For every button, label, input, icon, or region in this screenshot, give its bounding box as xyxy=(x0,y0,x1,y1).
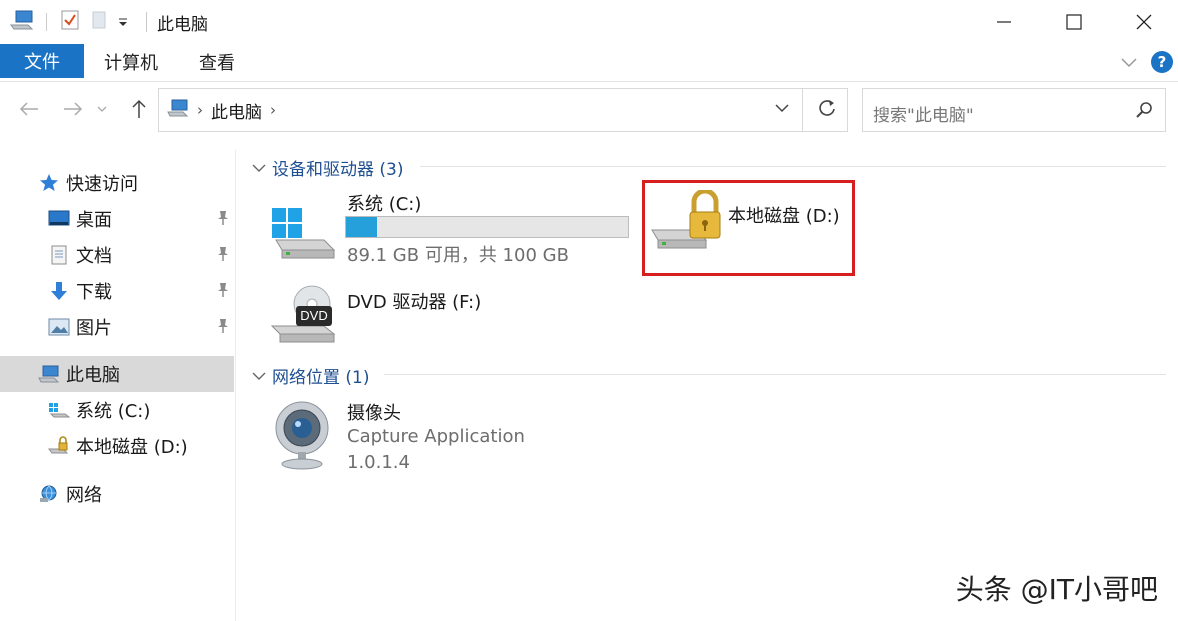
sidebar-item-desktop[interactable]: 桌面 xyxy=(0,201,234,237)
device-name: 摄像头 xyxy=(347,403,401,424)
breadcrumb-chevron-icon[interactable]: › xyxy=(197,101,203,119)
address-divider xyxy=(802,89,803,131)
expand-ribbon-chevron-icon[interactable] xyxy=(1120,54,1138,73)
chevron-down-icon xyxy=(252,164,266,172)
search-box[interactable]: 搜索"此电脑" xyxy=(862,88,1166,132)
ribbon-tabs: 文件 计算机 查看 ? xyxy=(0,44,1178,82)
sidebar-item-downloads[interactable]: 下载 xyxy=(0,273,234,309)
up-button[interactable] xyxy=(124,94,154,124)
forward-button[interactable] xyxy=(58,94,88,124)
breadcrumb-chevron-icon[interactable]: › xyxy=(270,101,276,119)
window-title: 此电脑 xyxy=(157,15,208,35)
sidebar-item-documents[interactable]: 文档 xyxy=(0,237,234,273)
devices-section-header[interactable]: 设备和驱动器 (3) xyxy=(252,155,403,180)
sidebar-item-label: 本地磁盘 (D:) xyxy=(76,437,188,458)
sidebar-item-label: 此电脑 xyxy=(66,365,120,386)
quick-access-toolbar xyxy=(10,10,129,34)
star-icon xyxy=(38,172,60,194)
properties-icon[interactable] xyxy=(61,10,79,34)
chevron-down-icon xyxy=(252,372,266,380)
maximize-icon xyxy=(1066,14,1082,30)
title-divider xyxy=(146,12,147,32)
device-version: 1.0.1.4 xyxy=(347,452,410,473)
network-icon xyxy=(38,483,60,505)
back-arrow-icon xyxy=(19,102,38,116)
locked-drive-icon xyxy=(48,435,70,457)
forward-arrow-icon xyxy=(64,102,83,116)
recent-locations-button[interactable] xyxy=(92,94,112,124)
sidebar-item-label: 文档 xyxy=(76,246,112,267)
refresh-icon[interactable] xyxy=(817,98,837,123)
sidebar-item-label: 快速访问 xyxy=(66,174,138,195)
title-bar: 此电脑 xyxy=(0,0,1178,44)
sidebar-item-quick-access[interactable]: 快速访问 xyxy=(0,165,234,201)
pin-icon[interactable] xyxy=(216,318,230,339)
maximize-button[interactable] xyxy=(1040,0,1108,44)
pin-icon[interactable] xyxy=(216,282,230,303)
sidebar-item-label: 下载 xyxy=(76,282,112,303)
close-icon xyxy=(1136,14,1152,30)
sidebar-item-drive-d[interactable]: 本地磁盘 (D:) xyxy=(0,428,234,464)
navigation-pane: 快速访问 桌面 文档 下载 图片 此电脑 系统 (C:) 本地磁盘 (D:) 网… xyxy=(0,150,236,621)
download-icon xyxy=(48,280,70,302)
back-button[interactable] xyxy=(14,94,44,124)
tab-view[interactable]: 查看 xyxy=(199,44,235,80)
minimize-icon xyxy=(997,21,1011,23)
section-title: 网络位置 (1) xyxy=(272,368,370,388)
help-icon[interactable]: ? xyxy=(1151,51,1173,73)
computer-icon[interactable] xyxy=(10,10,34,34)
dvd-drive-icon: DVD xyxy=(268,284,336,350)
navigation-bar: › 此电脑 › 搜索"此电脑" xyxy=(0,86,1178,134)
webcam-icon xyxy=(272,398,336,476)
windows-drive-icon xyxy=(268,204,336,264)
toolbar-divider xyxy=(46,13,47,31)
minimize-button[interactable] xyxy=(970,0,1038,44)
network-section-header[interactable]: 网络位置 (1) xyxy=(252,363,369,388)
sidebar-item-label: 图片 xyxy=(76,318,112,339)
storage-usage-bar xyxy=(345,216,629,238)
pictures-icon xyxy=(48,316,70,338)
desktop-icon xyxy=(48,208,70,230)
watermark-text: 头条 @IT小哥吧 xyxy=(955,573,1158,606)
drive-name: 系统 (C:) xyxy=(347,194,422,215)
dvd-badge: DVD xyxy=(300,308,328,323)
chevron-down-icon xyxy=(97,106,107,112)
drive-name: DVD 驱动器 (F:) xyxy=(347,292,482,313)
close-button[interactable] xyxy=(1110,0,1178,44)
sidebar-item-label: 桌面 xyxy=(76,210,112,231)
sidebar-item-label: 系统 (C:) xyxy=(76,401,151,422)
breadcrumb-this-pc[interactable]: 此电脑 xyxy=(211,98,262,123)
sidebar-item-pictures[interactable]: 图片 xyxy=(0,309,234,345)
this-pc-icon xyxy=(167,99,189,121)
sidebar-item-label: 网络 xyxy=(66,485,102,506)
this-pc-icon xyxy=(38,363,60,385)
up-arrow-icon xyxy=(132,99,146,118)
tab-computer[interactable]: 计算机 xyxy=(104,44,158,80)
section-divider xyxy=(384,374,1166,375)
pin-icon[interactable] xyxy=(216,246,230,267)
address-bar[interactable]: › 此电脑 › xyxy=(158,88,848,132)
address-dropdown-icon[interactable] xyxy=(775,101,789,117)
search-icon[interactable] xyxy=(1135,101,1153,123)
drive-usage-text: 89.1 GB 可用，共 100 GB xyxy=(347,245,569,266)
sidebar-item-drive-c[interactable]: 系统 (C:) xyxy=(0,392,234,428)
sidebar-item-network[interactable]: 网络 xyxy=(0,476,234,512)
windows-drive-icon xyxy=(48,399,70,421)
search-placeholder: 搜索"此电脑" xyxy=(873,106,974,126)
section-divider xyxy=(420,166,1166,167)
highlight-box xyxy=(642,180,855,276)
new-folder-icon[interactable] xyxy=(91,10,107,34)
document-icon xyxy=(48,244,70,266)
sidebar-item-this-pc[interactable]: 此电脑 xyxy=(0,356,234,392)
tab-file[interactable]: 文件 xyxy=(0,44,84,78)
pin-icon[interactable] xyxy=(216,210,230,231)
storage-usage-fill xyxy=(346,217,377,237)
customize-toolbar-chevron-icon[interactable] xyxy=(117,13,129,32)
section-title: 设备和驱动器 (3) xyxy=(272,160,404,180)
device-application: Capture Application xyxy=(347,426,525,447)
